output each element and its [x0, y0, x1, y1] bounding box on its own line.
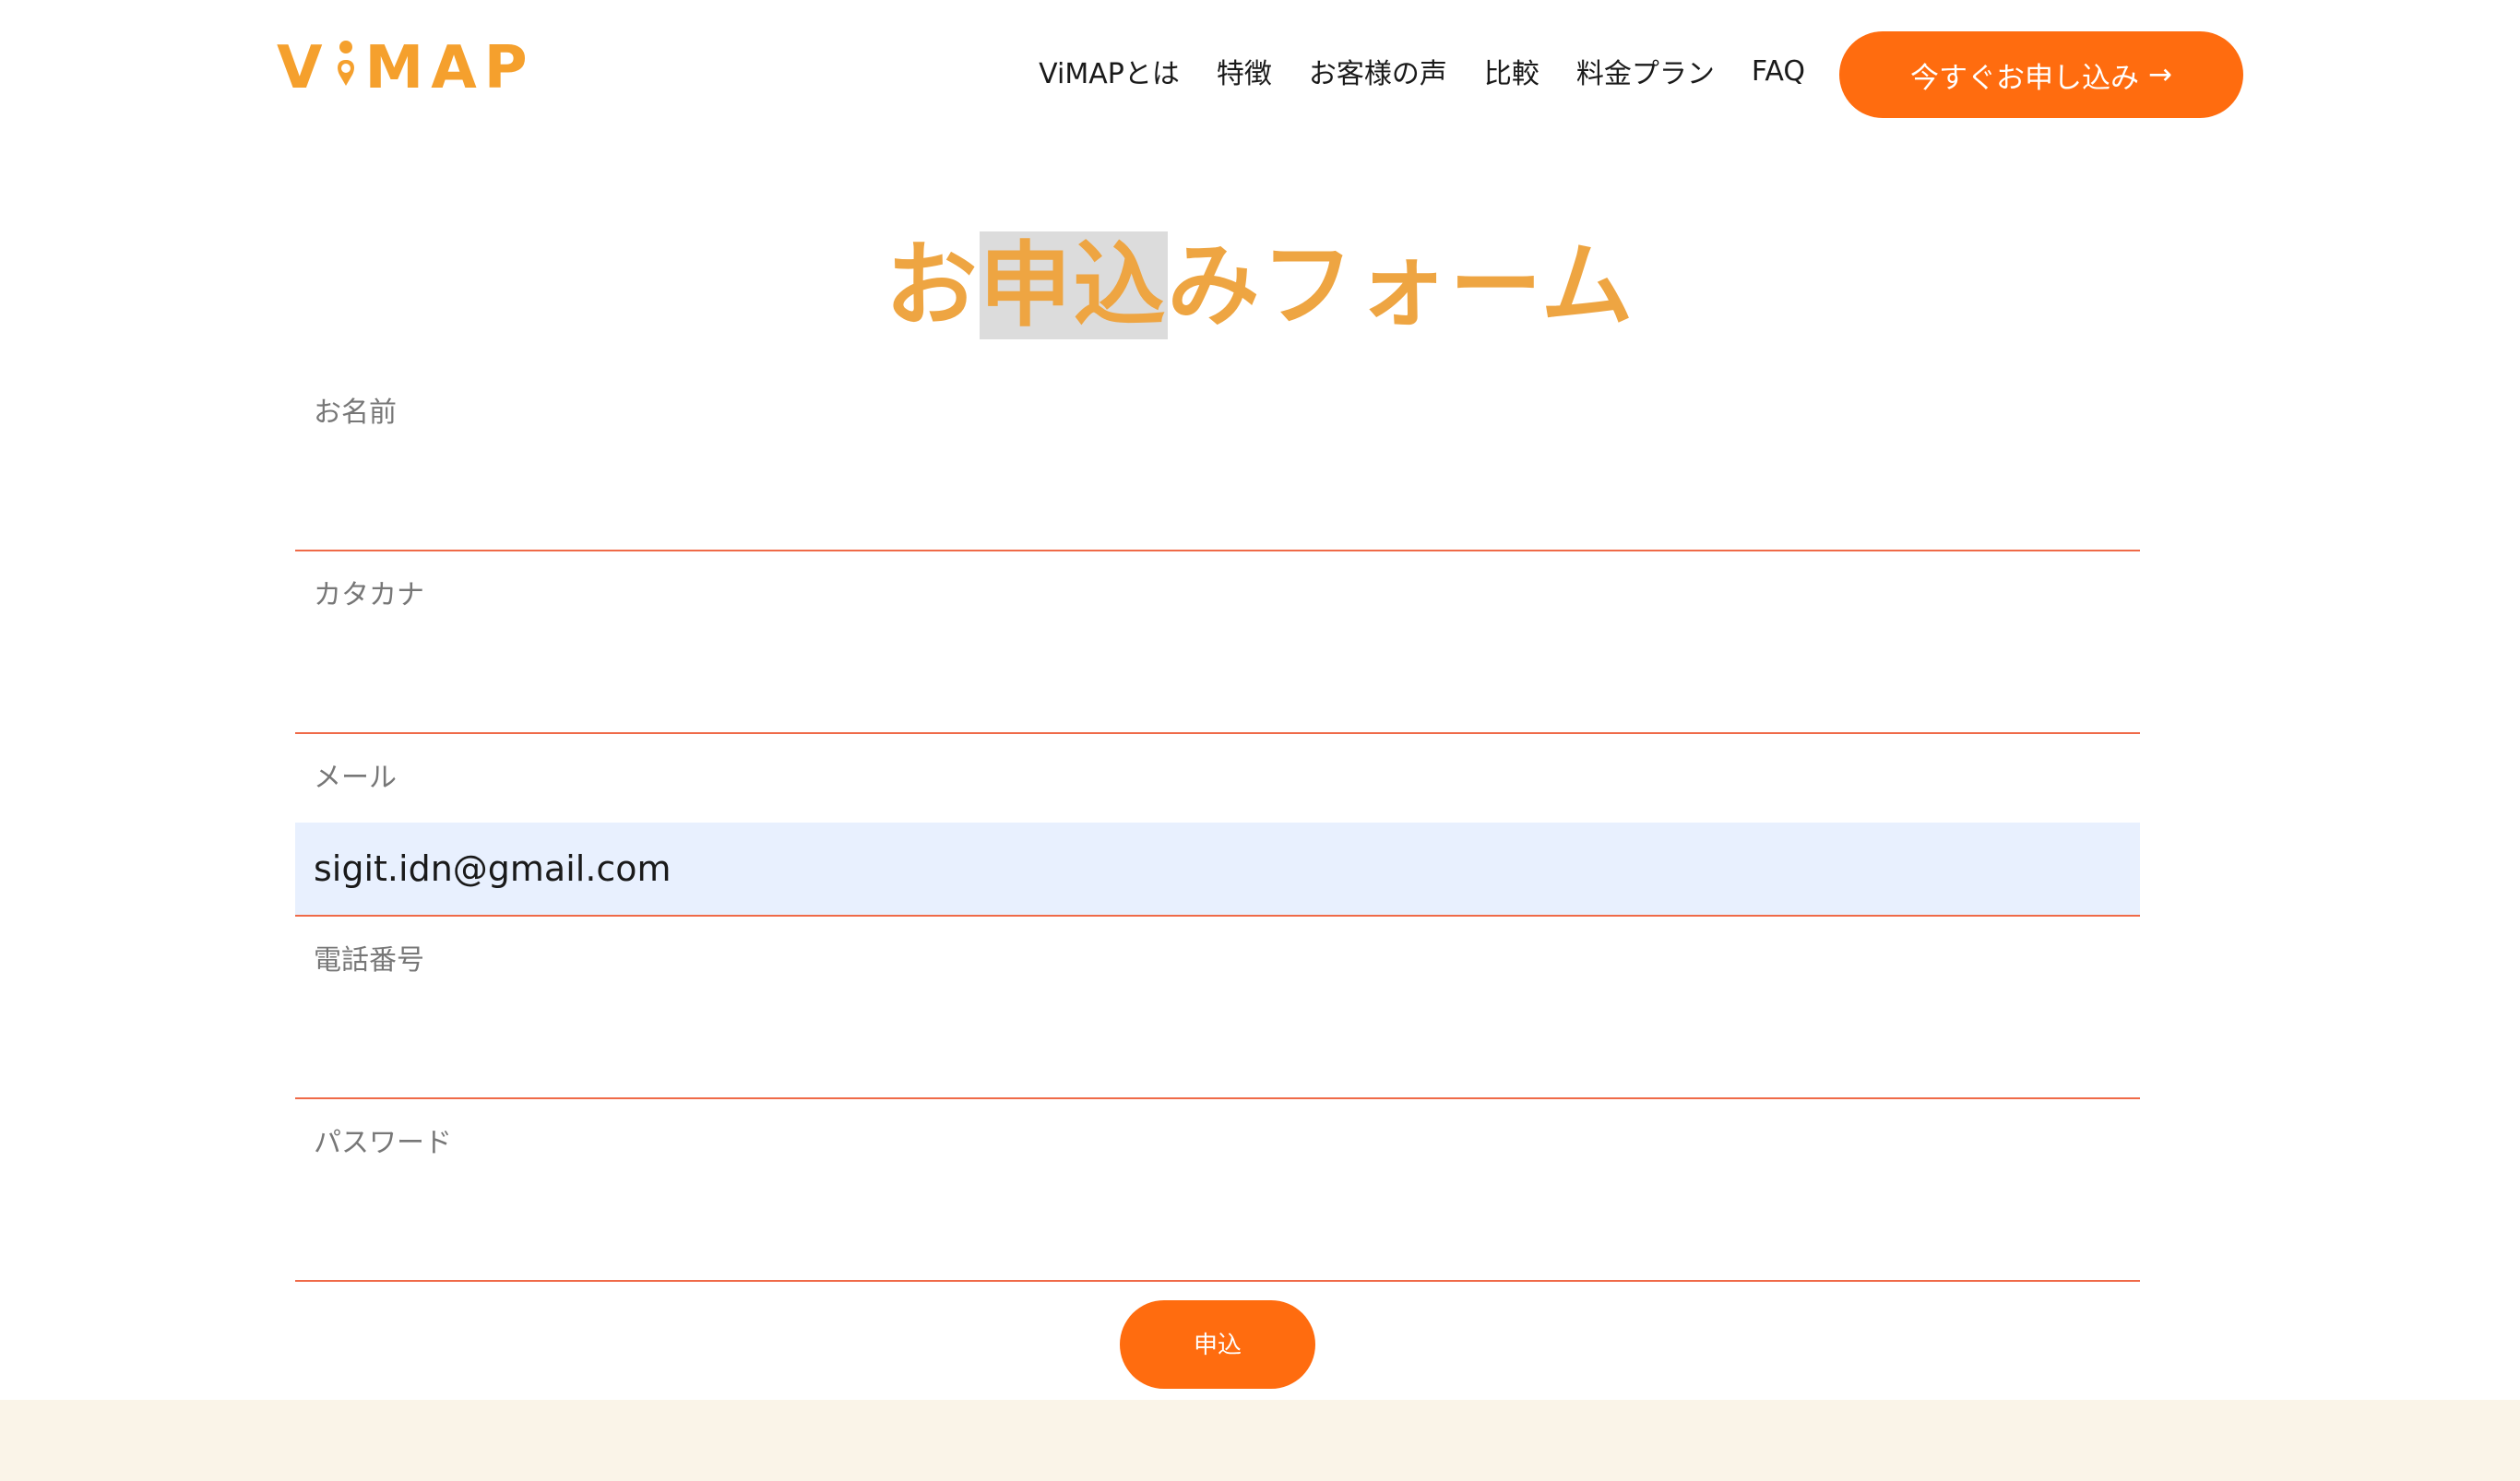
- map-pin-icon: [332, 40, 360, 88]
- logo-letter-v: V: [277, 34, 330, 102]
- email-field: メール: [295, 734, 2140, 917]
- nav-item-faq[interactable]: FAQ: [1752, 55, 1805, 88]
- phone-field: 電話番号: [295, 917, 2140, 1099]
- application-form: お名前 カタカナ メール 電話番号 パスワード: [295, 369, 2140, 1282]
- phone-label: 電話番号: [314, 944, 424, 977]
- logo-text: V MAP: [277, 39, 535, 98]
- name-input[interactable]: [295, 457, 2140, 550]
- password-label: パスワード: [314, 1127, 452, 1159]
- apply-now-button[interactable]: 今すぐお申し込み →: [1839, 31, 2243, 118]
- katakana-label: カタカナ: [314, 579, 424, 611]
- vimap-logo[interactable]: V MAP: [277, 37, 535, 100]
- nav-item-about[interactable]: ViMAPとは: [1039, 51, 1180, 91]
- nav-item-comparison[interactable]: 比較: [1484, 51, 1539, 91]
- page-title-selected-text: 申込: [979, 231, 1168, 339]
- katakana-field: カタカナ: [295, 551, 2140, 734]
- name-field: お名前: [295, 369, 2140, 551]
- nav-item-testimonials[interactable]: お客様の声: [1309, 51, 1447, 91]
- page-title-part: みフォーム: [1167, 231, 1635, 339]
- nav-item-pricing[interactable]: 料金プラン: [1576, 51, 1715, 91]
- main-nav: ViMAPとは 特徴 お客様の声 比較 料金プラン FAQ: [1039, 51, 1805, 91]
- page-title: お申込みフォーム: [886, 221, 1635, 350]
- email-label: メール: [314, 762, 397, 794]
- submit-button[interactable]: 申込: [1120, 1300, 1315, 1389]
- site-header: V MAP ViMAPとは 特徴 お客様の声 比較 料金プラン FAQ 今すぐお申…: [0, 0, 2520, 152]
- logo-letters-map: MAP: [364, 34, 535, 102]
- arrow-right-icon: →: [2148, 58, 2172, 91]
- apply-now-label: 今すぐお申し込み: [1910, 61, 2139, 95]
- title-section: お申込みフォーム: [0, 221, 2520, 350]
- password-field: パスワード: [295, 1099, 2140, 1282]
- footer-band: [0, 1400, 2520, 1481]
- email-input[interactable]: [295, 823, 2140, 915]
- submit-section: 申込: [0, 1300, 2435, 1389]
- nav-item-features[interactable]: 特徴: [1217, 51, 1272, 91]
- katakana-input[interactable]: [295, 640, 2140, 732]
- page-title-part: お: [885, 231, 980, 339]
- name-label: お名前: [314, 397, 397, 429]
- password-input[interactable]: [295, 1188, 2140, 1280]
- phone-input[interactable]: [295, 1005, 2140, 1097]
